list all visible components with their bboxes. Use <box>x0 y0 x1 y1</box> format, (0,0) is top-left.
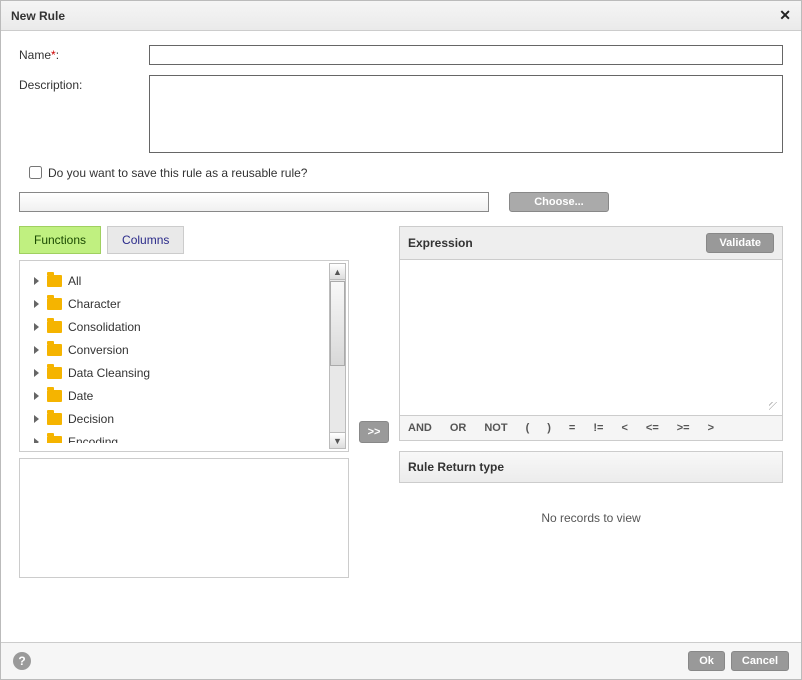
tree-item-label: Data Cleansing <box>68 366 150 380</box>
no-records-message: No records to view <box>399 483 783 553</box>
tree-item-label: Consolidation <box>68 320 141 334</box>
description-row: Description: <box>19 75 783 153</box>
cancel-button[interactable]: Cancel <box>731 651 789 671</box>
new-rule-dialog: New Rule ✕ Name*: Description: Do you wa… <box>0 0 802 680</box>
rule-return-type-header: Rule Return type <box>399 451 783 483</box>
tabs: Functions Columns <box>19 226 349 254</box>
chooser-input[interactable] <box>19 192 489 212</box>
folder-icon <box>47 413 62 425</box>
middle-column: >> <box>349 226 399 578</box>
choose-button[interactable]: Choose... <box>509 192 609 212</box>
description-input[interactable] <box>149 75 783 153</box>
tree-item-label: Conversion <box>68 343 129 357</box>
chevron-right-icon[interactable] <box>34 369 39 377</box>
folder-icon <box>47 275 62 287</box>
footer-buttons: Ok Cancel <box>688 651 789 671</box>
operator-button[interactable]: = <box>569 422 575 434</box>
tree-item[interactable]: Character <box>26 292 324 315</box>
dialog-titlebar: New Rule ✕ <box>1 1 801 31</box>
main-area: Functions Columns All Character Consolidat… <box>19 226 783 578</box>
name-input[interactable] <box>149 45 783 65</box>
chevron-right-icon[interactable] <box>34 415 39 423</box>
tree-list: All Character Consolidation Conversion Data … <box>26 269 324 443</box>
description-label: Description: <box>19 75 149 92</box>
help-icon[interactable]: ? <box>13 652 31 670</box>
resize-grip-icon[interactable] <box>769 402 779 412</box>
tree-item-label: All <box>68 274 81 288</box>
operator-button[interactable]: < <box>621 422 627 434</box>
close-icon[interactable]: ✕ <box>779 7 791 24</box>
add-to-expression-button[interactable]: >> <box>359 421 389 443</box>
reusable-label: Do you want to save this rule as a reusa… <box>48 166 307 180</box>
name-label: Name*: <box>19 45 149 62</box>
tree-item-label: Date <box>68 389 93 403</box>
operator-button[interactable]: >= <box>677 422 690 434</box>
folder-icon <box>47 367 62 379</box>
chevron-right-icon[interactable] <box>34 277 39 285</box>
expression-editor[interactable] <box>399 260 783 416</box>
expression-header: Expression Validate <box>399 226 783 260</box>
operator-button[interactable]: <= <box>646 422 659 434</box>
tree-item[interactable]: Data Cleansing <box>26 361 324 384</box>
operator-button[interactable]: != <box>593 422 603 434</box>
ok-button[interactable]: Ok <box>688 651 725 671</box>
operator-toolbar: AND OR NOT () = != < <= >= > <box>399 416 783 441</box>
tree-item[interactable]: Encoding <box>26 430 324 443</box>
tree-item[interactable]: Conversion <box>26 338 324 361</box>
operator-button[interactable]: AND <box>408 422 432 434</box>
reusable-checkbox[interactable] <box>29 166 42 179</box>
name-row: Name*: <box>19 45 783 65</box>
operator-button[interactable]: ( <box>526 422 530 434</box>
operator-button[interactable]: OR <box>450 422 467 434</box>
tree-item[interactable]: All <box>26 269 324 292</box>
operator-button[interactable]: NOT <box>484 422 507 434</box>
name-label-text: Name <box>19 48 51 62</box>
tree-scrollbar[interactable]: ▲ ▼ <box>329 263 346 449</box>
chooser-row: Choose... <box>19 192 783 212</box>
validate-button[interactable]: Validate <box>706 233 774 253</box>
dialog-title: New Rule <box>11 9 65 23</box>
tree-item[interactable]: Date <box>26 384 324 407</box>
operator-button[interactable]: > <box>708 422 714 434</box>
tab-functions[interactable]: Functions <box>19 226 101 254</box>
scroll-down-button[interactable]: ▼ <box>330 432 345 448</box>
tree-item-label: Decision <box>68 412 114 426</box>
dialog-content: Name*: Description: Do you want to save … <box>1 31 801 642</box>
function-tree: All Character Consolidation Conversion Data … <box>19 260 349 452</box>
dialog-footer: ? Ok Cancel <box>1 642 801 679</box>
scroll-thumb[interactable] <box>330 281 345 366</box>
tab-columns[interactable]: Columns <box>107 226 184 254</box>
left-column: Functions Columns All Character Consolidat… <box>19 226 349 578</box>
chevron-right-icon[interactable] <box>34 346 39 354</box>
scroll-up-button[interactable]: ▲ <box>330 264 345 280</box>
tree-item[interactable]: Consolidation <box>26 315 324 338</box>
folder-icon <box>47 344 62 356</box>
operator-button[interactable]: ) <box>547 422 551 434</box>
folder-icon <box>47 436 62 444</box>
expression-label: Expression <box>408 236 473 250</box>
chevron-right-icon[interactable] <box>34 323 39 331</box>
folder-icon <box>47 321 62 333</box>
chevron-right-icon[interactable] <box>34 438 39 444</box>
reusable-row: Do you want to save this rule as a reusa… <box>25 163 783 182</box>
folder-icon <box>47 390 62 402</box>
chevron-right-icon[interactable] <box>34 300 39 308</box>
folder-icon <box>47 298 62 310</box>
chevron-right-icon[interactable] <box>34 392 39 400</box>
preview-box <box>19 458 349 578</box>
right-column: Expression Validate ANDORNOT()=!=<<=>=> … <box>399 226 783 578</box>
tree-item[interactable]: Decision <box>26 407 324 430</box>
name-label-suffix: : <box>56 48 59 62</box>
tree-item-label: Encoding <box>68 435 118 444</box>
tree-item-label: Character <box>68 297 121 311</box>
